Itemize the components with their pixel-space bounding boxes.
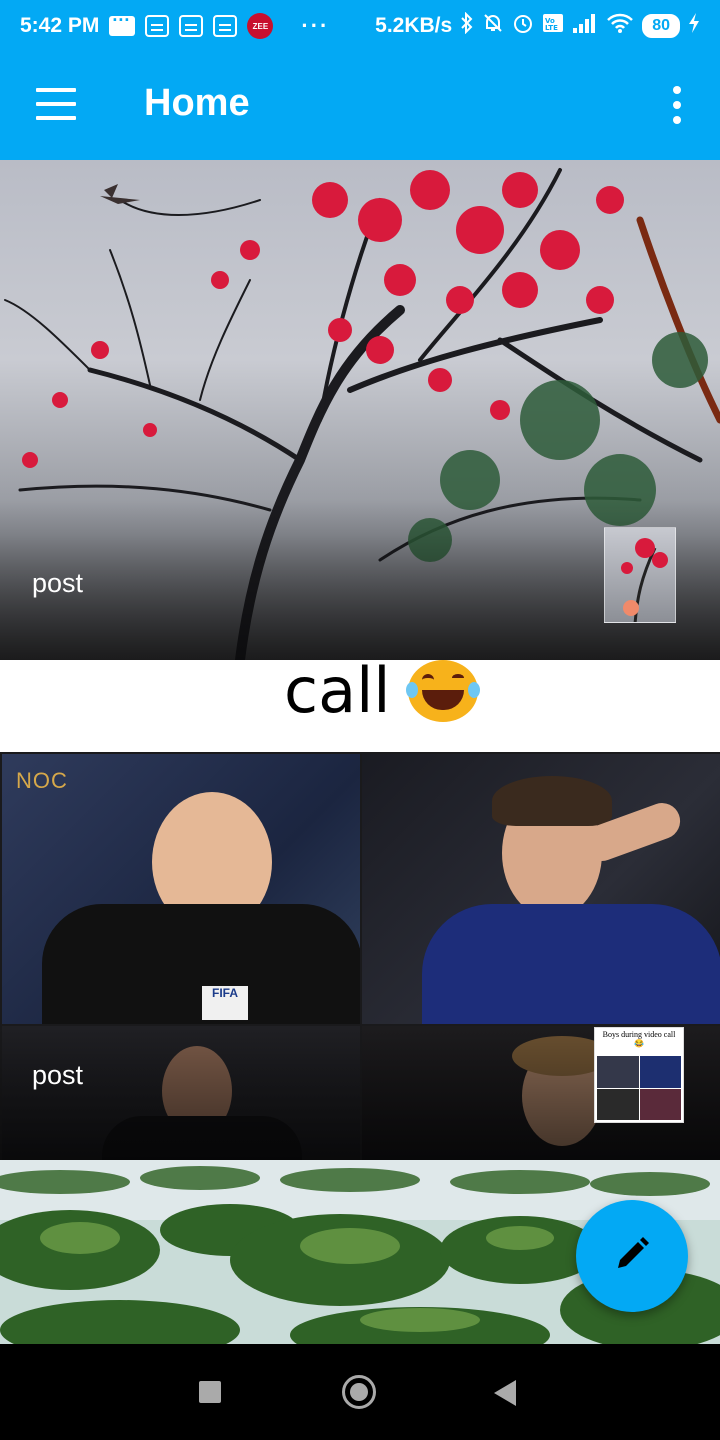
sim-notif-icon — [179, 15, 204, 37]
status-bar: 5:42 PM ZEE ··· 5.2KB/s VoLTE 80 — [0, 0, 720, 52]
post-feed[interactable]: post call NOC FIFA post Boys during vide… — [0, 160, 720, 1344]
watermark-text: NOC — [16, 768, 68, 793]
volte-icon: Vo LTE — [542, 12, 564, 40]
chat-icon — [109, 10, 136, 36]
charging-icon — [688, 12, 700, 40]
status-time: 5:42 PM — [20, 14, 100, 37]
app-bar: Home — [0, 52, 720, 160]
system-nav-bar — [0, 1344, 720, 1440]
post-label: post — [32, 1060, 84, 1090]
post-caption: call — [284, 654, 391, 727]
post-card[interactable]: post — [0, 160, 720, 660]
post-card[interactable]: NOC FIFA post Boys during video call 😂 — [0, 752, 720, 1160]
sim-notif-icon — [145, 15, 170, 37]
post-image: NOC FIFA — [2, 754, 360, 1024]
page-title: Home — [144, 82, 250, 124]
post-thumbnail[interactable]: Boys during video call 😂 — [594, 1027, 684, 1123]
post-label: post — [32, 568, 84, 598]
signal-icon — [572, 12, 598, 40]
post-caption-strip: call — [0, 654, 720, 752]
laughing-emoji-icon — [406, 660, 480, 722]
recent-apps-icon[interactable] — [199, 1381, 221, 1403]
bluetooth-icon — [460, 11, 474, 40]
back-icon[interactable] — [494, 1380, 516, 1406]
sim-notif-icon — [213, 15, 238, 37]
alarm-icon — [512, 12, 534, 40]
svg-text:LTE: LTE — [545, 24, 558, 32]
pencil-icon — [612, 1234, 652, 1279]
zee-icon: ZEE — [247, 13, 274, 39]
mute-bell-icon — [482, 12, 504, 40]
menu-icon[interactable] — [36, 88, 76, 120]
thumbnail-caption: Boys during video call 😂 — [602, 1030, 676, 1048]
more-notifications-icon: ··· — [301, 13, 330, 38]
compose-button[interactable] — [576, 1200, 688, 1312]
battery-icon: 80 — [642, 14, 680, 38]
net-speed: 5.2KB/s — [375, 14, 453, 37]
overflow-menu-icon[interactable] — [672, 86, 682, 124]
post-image — [362, 754, 720, 1024]
wifi-icon — [606, 12, 634, 40]
post-thumbnail[interactable] — [604, 527, 676, 623]
home-icon[interactable] — [342, 1375, 376, 1409]
